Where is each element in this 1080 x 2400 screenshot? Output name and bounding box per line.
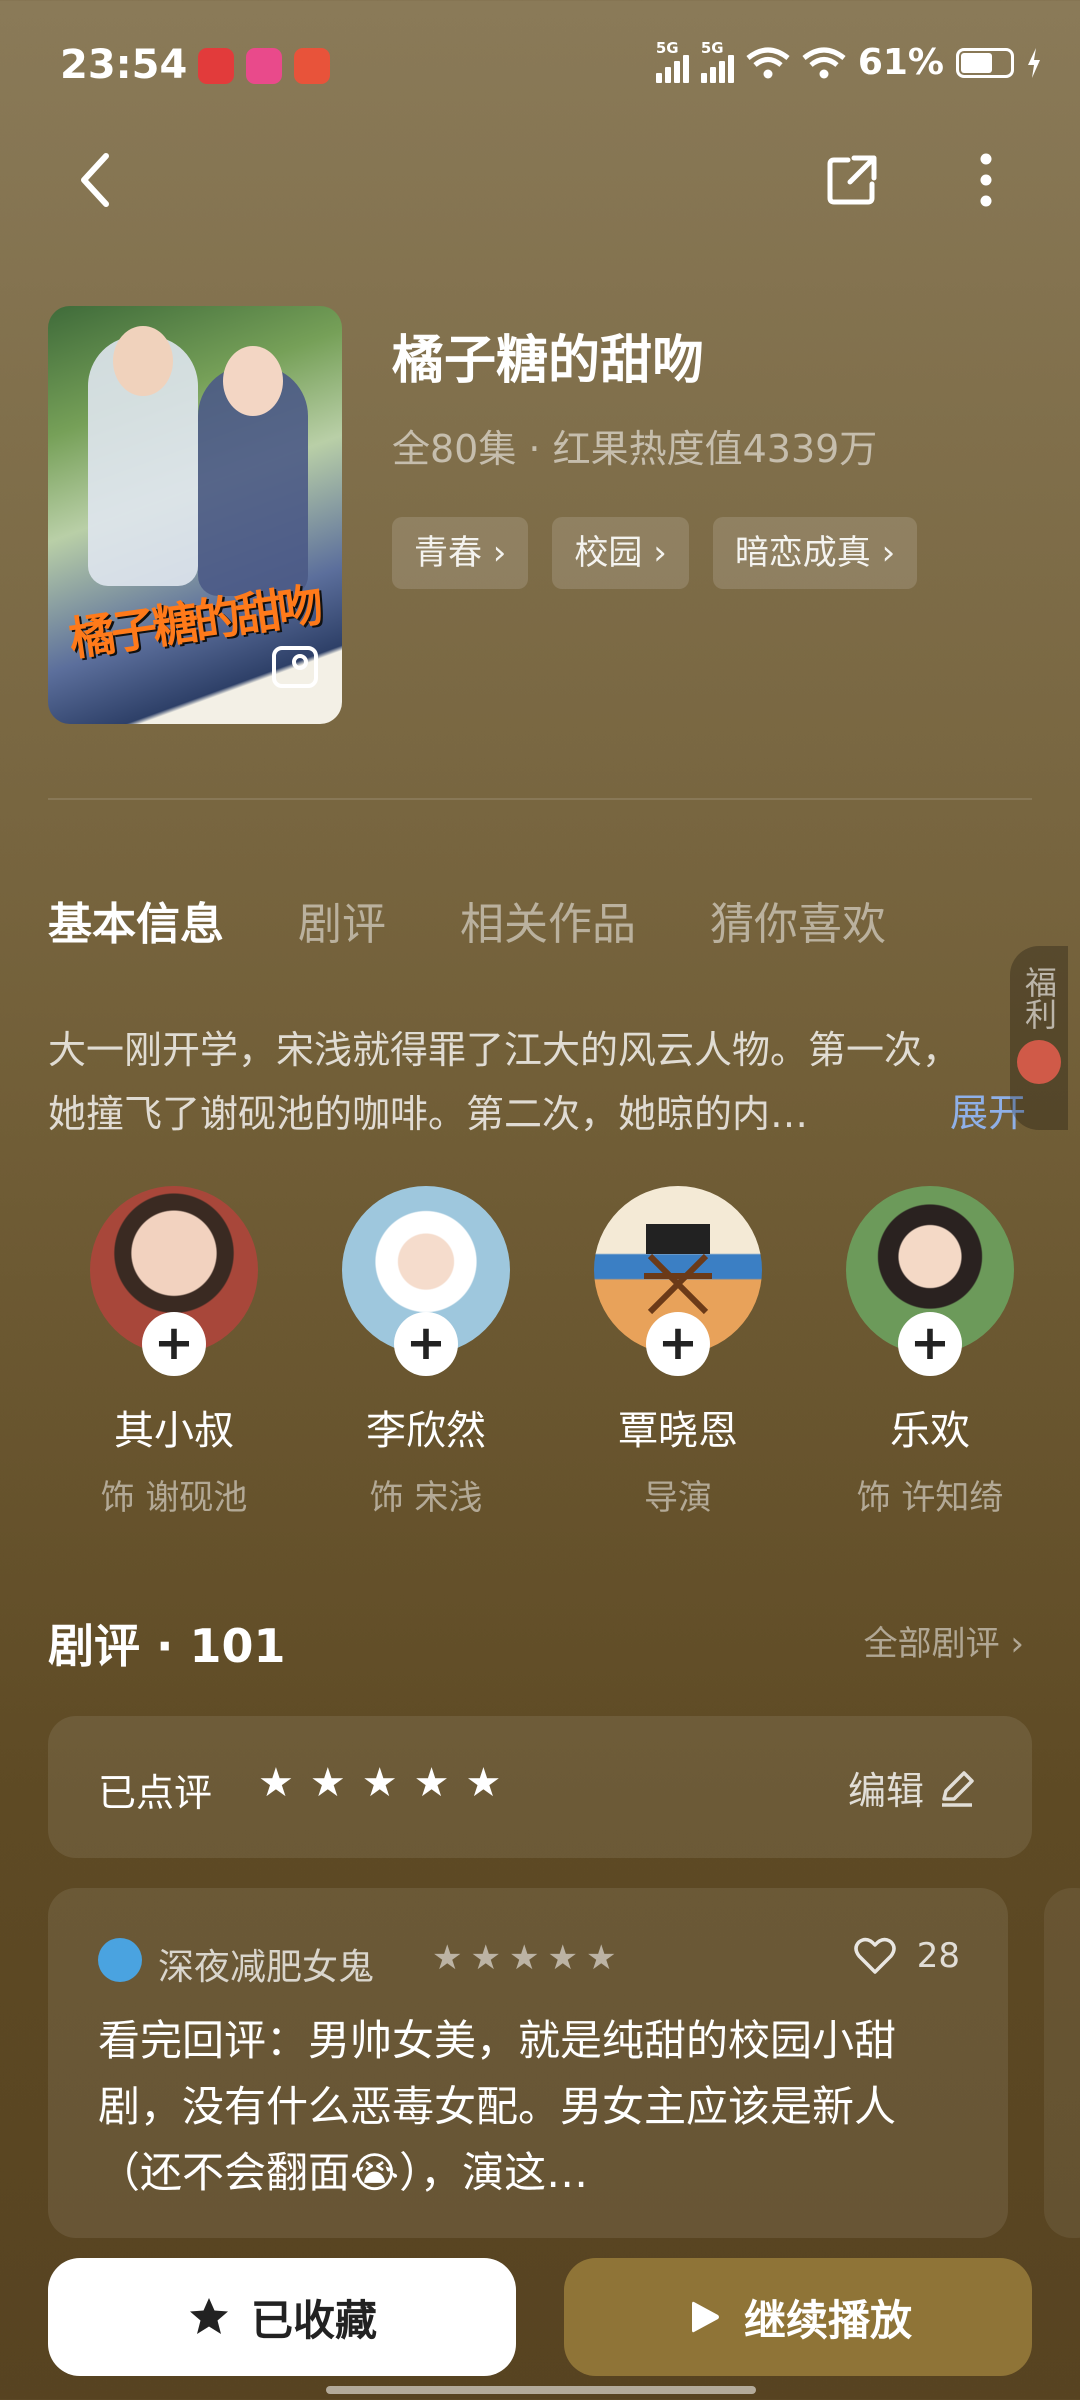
next-review-card-peek[interactable] <box>1044 1888 1080 2238</box>
review-card[interactable]: 深夜减肥女鬼 ★ ★ ★ ★ ★ 28 看完回评：男帅女美，就是纯甜的校园小甜剧… <box>48 1888 1008 2238</box>
tag-chip[interactable]: 校园 › <box>552 517 689 589</box>
star-icon: ★ <box>547 1938 578 1978</box>
avatar: + <box>342 1186 510 1376</box>
cast-member[interactable]: + 乐欢 饰 许知绮 <box>830 1186 1030 1519</box>
star-icon: ★ <box>508 1938 540 1978</box>
follow-plus-icon[interactable]: + <box>898 1312 962 1376</box>
description-line: 她撞飞了谢砚池的咖啡。第二次，她晾的内… <box>48 1092 809 1136</box>
tab-bar: 基本信息 剧评 相关作品 猜你喜欢 <box>48 888 886 952</box>
tag-chip[interactable]: 暗恋成真 › <box>712 517 918 589</box>
status-time: 23:54 <box>60 42 188 88</box>
show-poster[interactable]: 橘子糖的甜吻 <box>48 306 342 724</box>
image-preview-icon <box>272 646 318 688</box>
home-indicator <box>326 2386 756 2394</box>
star-icon: ★ <box>258 1760 294 1806</box>
tab-recommendations[interactable]: 猜你喜欢 <box>710 888 886 952</box>
star-icon: ★ <box>432 1938 463 1978</box>
wifi-icon <box>746 47 790 78</box>
show-description: 大一刚开学，宋浅就得罪了江大的风云人物。第一次， 她撞飞了谢砚池的咖啡。第二次，… <box>48 1018 1023 1146</box>
cast-name: 覃晓恩 <box>618 1408 738 1454</box>
pencil-icon <box>942 1770 974 1807</box>
wifi-icon <box>802 47 846 78</box>
star-icon: ★ <box>309 1760 346 1806</box>
edit-review-button[interactable]: 编辑 <box>848 1760 976 1815</box>
like-button[interactable]: 28 <box>853 1936 960 1976</box>
tab-related-works[interactable]: 相关作品 <box>460 888 636 952</box>
cast-role: 饰 谢砚池 <box>100 1478 248 1518</box>
battery-icon <box>956 47 1014 78</box>
cast-name: 其小叔 <box>114 1408 234 1454</box>
heart-icon <box>853 1937 896 1974</box>
more-vertical-icon <box>980 153 992 207</box>
share-icon <box>827 155 877 205</box>
notification-app-icon <box>246 48 282 84</box>
welfare-floating-button[interactable]: 福利 <box>1010 946 1068 1130</box>
cast-name: 李欣然 <box>366 1408 486 1454</box>
chevron-left-icon <box>81 153 109 207</box>
share-button[interactable] <box>812 140 892 220</box>
tag-chip[interactable]: 青春 › <box>392 517 529 589</box>
description-line: 大一刚开学，宋浅就得罪了江大的风云人物。第一次， <box>48 1028 961 1072</box>
cast-role: 导演 <box>644 1478 712 1518</box>
star-icon: ★ <box>413 1760 450 1806</box>
avatar: + <box>594 1186 762 1376</box>
rated-label: 已点评 <box>98 1771 213 1815</box>
play-icon <box>691 2301 719 2333</box>
follow-plus-icon[interactable]: + <box>142 1312 206 1376</box>
notification-app-icon <box>294 48 330 84</box>
welfare-label: 福利 <box>1020 966 1058 1030</box>
red-envelope-icon <box>1017 1040 1061 1084</box>
signal-icon: 5G <box>700 39 734 83</box>
avatar: + <box>90 1186 258 1376</box>
review-text: 看完回评：男帅女美，就是纯甜的校园小甜剧，没有什么恶毒女配。男女主应该是新人（还… <box>98 2016 897 2197</box>
cast-role: 饰 许知绮 <box>856 1478 1004 1518</box>
avatar: + <box>846 1186 1014 1376</box>
tab-reviews[interactable]: 剧评 <box>298 888 386 952</box>
divider <box>48 798 1032 800</box>
reviewer-avatar <box>98 1938 142 1982</box>
tab-basic-info[interactable]: 基本信息 <box>48 888 224 952</box>
director-chair-icon <box>644 1224 712 1315</box>
more-button[interactable] <box>946 140 1026 220</box>
battery-percent: 61% <box>857 42 944 83</box>
notification-app-icon <box>198 48 234 84</box>
like-count: 28 <box>916 1936 960 1976</box>
follow-plus-icon[interactable]: + <box>646 1312 710 1376</box>
all-reviews-link[interactable]: 全部剧评 › <box>864 1616 1024 1665</box>
cast-role: 饰 宋浅 <box>369 1478 483 1518</box>
favorite-button[interactable]: 已收藏 <box>48 2258 516 2376</box>
charging-icon <box>1028 47 1040 78</box>
my-rating-stars[interactable]: ★ ★ ★ ★ ★ <box>258 1760 501 1806</box>
star-icon: ★ <box>470 1938 501 1978</box>
show-meta: 全80集 · 红果热度值4339万 <box>392 427 878 471</box>
star-icon: ★ <box>465 1760 502 1806</box>
cast-member[interactable]: + 李欣然 饰 宋浅 <box>326 1186 526 1519</box>
my-rating-card: 已点评 ★ ★ ★ ★ ★ 编辑 <box>48 1716 1032 1858</box>
continue-play-button[interactable]: 继续播放 <box>564 2258 1032 2376</box>
reviews-heading: 剧评 · 101 <box>48 1619 286 1673</box>
status-indicators: 5G 5G 61% <box>655 39 1042 83</box>
follow-plus-icon[interactable]: + <box>394 1312 458 1376</box>
star-icon: ★ <box>361 1760 398 1806</box>
cast-member[interactable]: + 其小叔 饰 谢砚池 <box>74 1186 274 1519</box>
signal-icon: 5G <box>655 39 689 83</box>
star-icon: ★ <box>585 1938 617 1978</box>
tag-list: 青春 › 校园 › 暗恋成真 › <box>392 517 918 589</box>
show-title: 橘子糖的甜吻 <box>392 331 705 391</box>
reviewer-name: 深夜减肥女鬼 <box>158 1947 375 1988</box>
cast-member[interactable]: + 覃晓恩 导演 <box>578 1186 778 1519</box>
star-filled-icon <box>189 2298 228 2334</box>
cast-name: 乐欢 <box>890 1408 970 1454</box>
back-button[interactable] <box>56 140 136 220</box>
review-stars: ★ ★ ★ ★ ★ <box>432 1938 616 1978</box>
